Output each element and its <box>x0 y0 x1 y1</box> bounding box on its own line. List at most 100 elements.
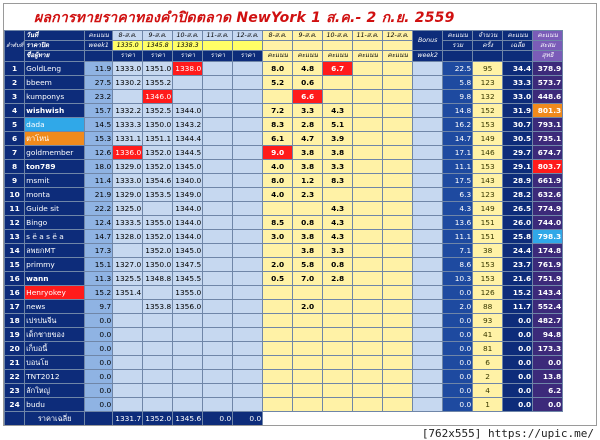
rank-cell: 1 <box>4 61 26 76</box>
price-guess-cell <box>172 89 204 104</box>
table-row: 16 wann 11.3 1325.5 1348.8 1345.5 0.5 7.0 2.8 10.… <box>4 271 564 286</box>
week1-score-cell: 0.0 <box>84 369 114 384</box>
price-guess-cell <box>142 327 174 342</box>
bonus-cell <box>412 369 444 384</box>
cumulative-score-cell: 173.3 <box>532 341 564 356</box>
daily-score-cell <box>382 145 414 160</box>
rank-cell: 11 <box>4 201 26 216</box>
daily-score-cell <box>292 201 324 216</box>
close-price-5 <box>232 40 264 51</box>
price-guess-cell <box>172 383 204 398</box>
count-cell: 153 <box>472 271 504 286</box>
week1-score-cell: 17.3 <box>84 243 114 258</box>
price-guess-cell <box>202 103 234 118</box>
daily-score-cell: 3.8 <box>322 145 354 160</box>
daily-score-cell <box>352 201 384 216</box>
bonus-cell <box>412 299 444 314</box>
price-guess-cell: 1353.8 <box>142 299 174 314</box>
table-row: 8 ton789 18.0 1329.0 1352.0 1345.0 4.0 3.8 3.3 11… <box>4 159 564 174</box>
price-guess-cell <box>142 397 174 412</box>
bonus-cell <box>412 243 444 258</box>
avg-blank <box>502 50 534 62</box>
price-guess-cell: 1344.0 <box>172 103 204 118</box>
daily-score-cell <box>382 131 414 146</box>
total-score-cell: 0.0 <box>442 383 474 398</box>
price-guess-cell: 1354.6 <box>142 173 174 188</box>
count-cell: 146 <box>472 145 504 160</box>
rank-cell: 12 <box>4 215 26 230</box>
price-label-5: ราคา <box>232 50 264 62</box>
total-score-cell: 7.1 <box>442 243 474 258</box>
daily-score-cell: 8.3 <box>322 173 354 188</box>
price-guess-cell <box>112 313 144 328</box>
avg-score-cell: 0.0 <box>502 383 534 398</box>
daily-score-cell <box>322 285 354 300</box>
cumulative-score-cell: 744.0 <box>532 215 564 230</box>
price-guess-cell <box>112 89 144 104</box>
daily-score-cell: 7.2 <box>262 103 294 118</box>
daily-score-cell <box>322 89 354 104</box>
price-guess-cell: 1352.0 <box>142 145 174 160</box>
price-guess-cell <box>112 397 144 412</box>
price-guess-cell <box>202 355 234 370</box>
daily-score-cell: 4.3 <box>322 103 354 118</box>
avg-score-cell: 21.6 <box>502 271 534 286</box>
footer-avg-5: 0.0 <box>232 411 264 425</box>
title-bar: ผลการทายราคาทองคำปิดตลาด NewYork 1 ส.ค.-… <box>4 4 596 30</box>
price-guess-cell <box>232 383 264 398</box>
daily-score-cell <box>352 131 384 146</box>
date-col-5: 12-ส.ค. <box>232 30 264 41</box>
price-guess-cell <box>112 327 144 342</box>
daily-score-cell <box>382 243 414 258</box>
avg-sub-header: เฉลี่ย <box>502 40 534 51</box>
avg-score-cell: 0.0 <box>502 327 534 342</box>
bonus-cell <box>412 285 444 300</box>
player-name-cell: msmit <box>24 173 86 188</box>
price-guess-cell: 1355.0 <box>172 285 204 300</box>
avg-score-cell: 0.0 <box>502 313 534 328</box>
daily-score-cell <box>382 355 414 370</box>
total-score-cell: 10.3 <box>442 271 474 286</box>
total-score-cell: 11.1 <box>442 229 474 244</box>
week1-score-cell: 0.0 <box>84 313 114 328</box>
price-guess-cell: 1351.4 <box>112 285 144 300</box>
footer-empty <box>262 411 563 425</box>
daily-score-cell: 1.2 <box>292 173 324 188</box>
price-guess-cell <box>232 397 264 412</box>
daily-score-cell <box>262 383 294 398</box>
date-col-2: 9-ส.ค. <box>142 30 174 41</box>
header-row-labels: ชื่อผู้ทาย ราคา ราคา ราคา ราคา ราคา คะแน… <box>5 50 564 62</box>
week1-score-cell: 15.2 <box>84 285 114 300</box>
price-guess-cell <box>232 215 264 230</box>
bonus-cell <box>412 313 444 328</box>
cumulative-score-cell: 174.8 <box>532 243 564 258</box>
daily-score-cell: 4.3 <box>322 229 354 244</box>
total-score-cell: 9.8 <box>442 89 474 104</box>
rank-cell: 4 <box>4 103 26 118</box>
daily-score-cell <box>382 341 414 356</box>
price-guess-cell <box>232 299 264 314</box>
week1-score-cell: 14.7 <box>84 229 114 244</box>
price-guess-cell <box>232 271 264 286</box>
player-name-cell: บอนโย <box>24 355 86 370</box>
price-guess-cell <box>142 369 174 384</box>
rank-cell: 2 <box>4 75 26 90</box>
count-cell: 88 <box>472 299 504 314</box>
price-guess-cell <box>142 341 174 356</box>
watermark-text: [762x555] https://upic.me/ <box>419 427 596 440</box>
count-header: จำนวน <box>472 30 504 41</box>
count-cell: 2 <box>472 369 504 384</box>
daily-score-cell: 6.1 <box>262 131 294 146</box>
price-guess-cell: 1351.0 <box>142 61 174 76</box>
avg-score-cell: 29.1 <box>502 159 534 174</box>
total-score-cell: 5.8 <box>442 75 474 90</box>
avg-score-cell: 30.5 <box>502 131 534 146</box>
footer-avg-2: 1352.0 <box>142 411 174 425</box>
price-guess-cell <box>202 187 234 202</box>
price-guess-cell <box>232 327 264 342</box>
daily-score-cell: 0.5 <box>262 271 294 286</box>
total-score-cell: 0.0 <box>442 313 474 328</box>
table-row: 9 msmit 11.4 1333.0 1354.6 1340.0 8.0 1.2 8.3 17.… <box>4 173 564 188</box>
daily-score-cell <box>352 145 384 160</box>
cumulative-score-cell: 94.8 <box>532 327 564 342</box>
